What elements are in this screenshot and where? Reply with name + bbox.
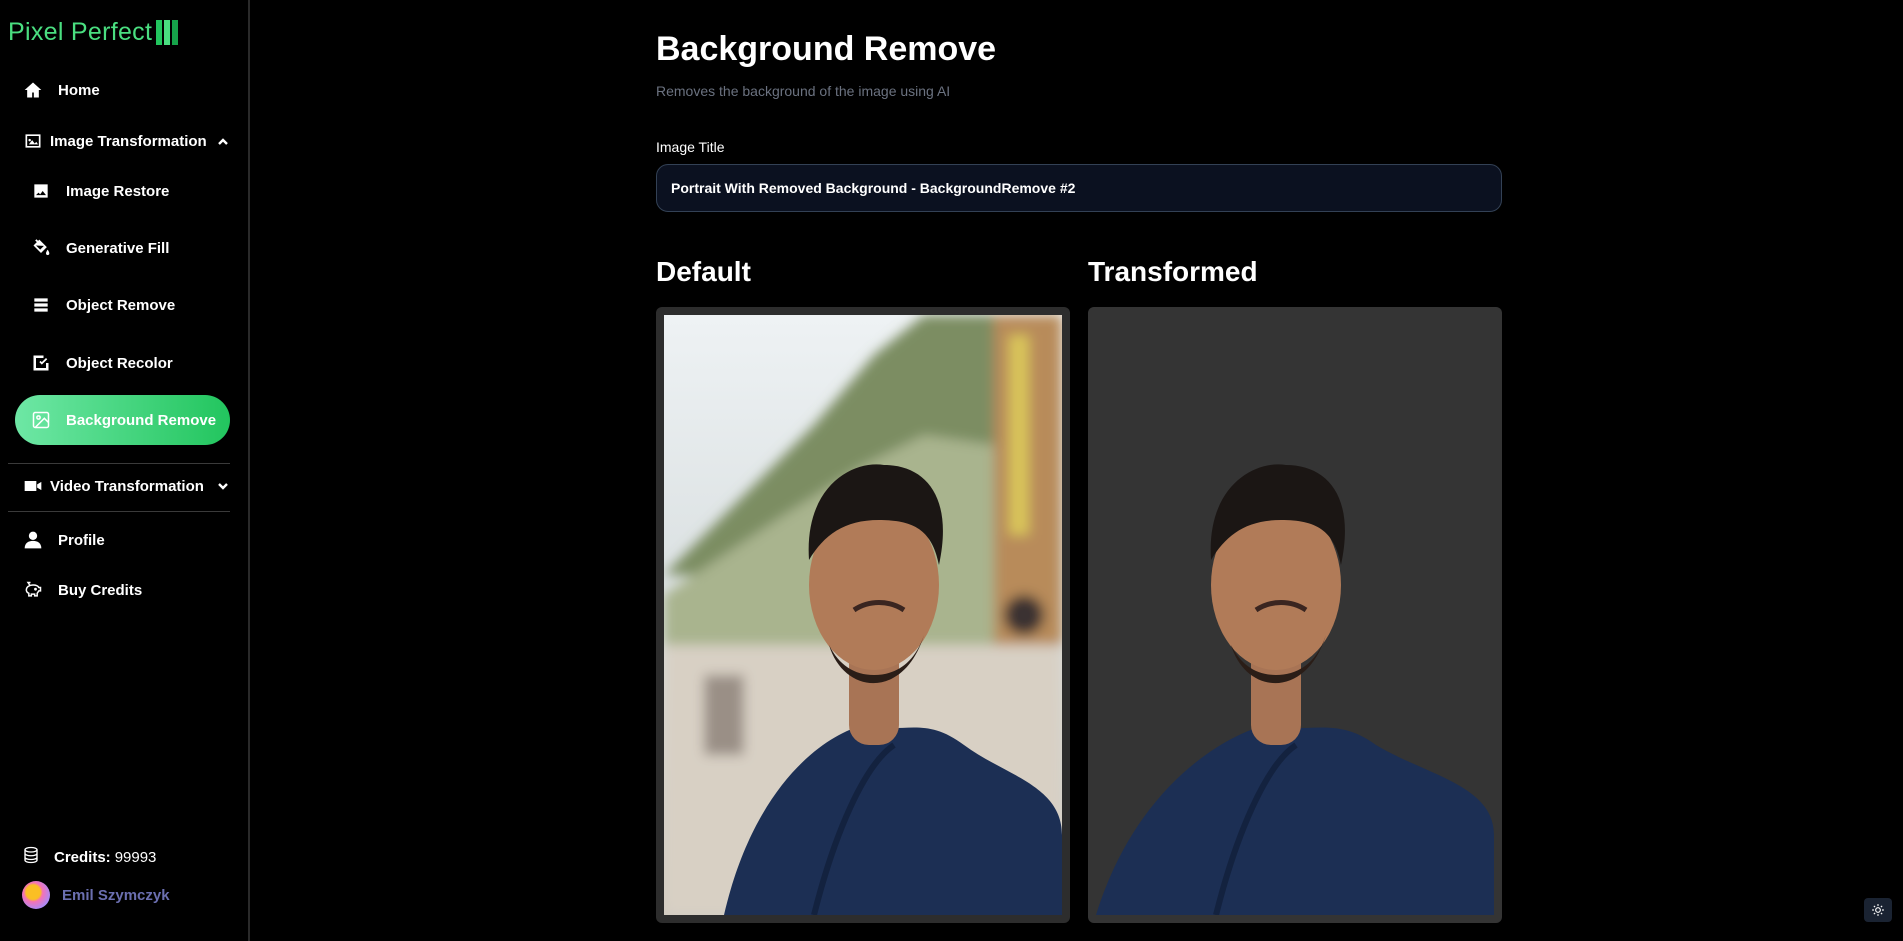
user-profile[interactable]: Emil Szymczyk bbox=[22, 881, 170, 909]
sidebar-item-label: Video Transformation bbox=[50, 477, 204, 495]
image-icon bbox=[30, 180, 52, 202]
chevron-up-icon[interactable] bbox=[216, 135, 230, 149]
divider bbox=[8, 463, 230, 464]
credits-display: Credits: 99993 bbox=[22, 846, 156, 868]
sidebar-item-object-recolor[interactable]: Object Recolor bbox=[30, 352, 173, 374]
sidebar-item-label: Image Restore bbox=[66, 182, 170, 200]
sidebar-item-label: Background Remove bbox=[66, 411, 217, 429]
sidebar-item-label: Profile bbox=[58, 531, 105, 549]
avatar[interactable] bbox=[22, 881, 50, 909]
user-name: Emil Szymczyk bbox=[62, 886, 170, 904]
recolor-icon bbox=[30, 352, 52, 374]
home-icon bbox=[22, 79, 44, 101]
image-title-input[interactable] bbox=[656, 164, 1502, 212]
image-remove-icon bbox=[30, 409, 52, 431]
divider bbox=[8, 511, 230, 512]
page-title: Background Remove bbox=[656, 30, 997, 68]
credits-value: 99993 bbox=[114, 848, 157, 866]
sidebar-item-generative-fill[interactable]: Generative Fill bbox=[30, 237, 169, 259]
sidebar-item-home[interactable]: Home bbox=[22, 79, 100, 101]
sidebar-item-object-remove[interactable]: Object Remove bbox=[30, 294, 175, 316]
logo[interactable]: Pixel Perfect bbox=[8, 18, 179, 47]
sidebar-item-video-transformation[interactable]: Video Transformation bbox=[22, 475, 204, 497]
sidebar-item-profile[interactable]: Profile bbox=[22, 529, 105, 551]
image-title-label: Image Title bbox=[656, 139, 725, 155]
sidebar-item-label: Object Remove bbox=[66, 296, 176, 314]
sidebar-item-background-remove[interactable]: Background Remove bbox=[30, 409, 216, 431]
chevron-down-icon[interactable] bbox=[216, 479, 230, 493]
user-icon bbox=[22, 529, 44, 551]
default-image-frame bbox=[656, 307, 1070, 923]
piggy-bank-icon bbox=[22, 579, 44, 601]
default-heading: Default bbox=[656, 256, 751, 287]
transformed-image bbox=[1096, 315, 1494, 915]
paint-bucket-icon bbox=[30, 237, 52, 259]
sidebar-item-label: Generative Fill bbox=[66, 239, 170, 257]
sidebar: Pixel Perfect Home Image Transformation … bbox=[0, 0, 250, 941]
default-image bbox=[664, 315, 1062, 915]
layers-icon bbox=[30, 294, 52, 316]
transformed-image-frame bbox=[1088, 307, 1502, 923]
app-name: Pixel Perfect bbox=[8, 18, 153, 46]
transformed-heading: Transformed bbox=[1088, 256, 1258, 287]
video-camera-icon bbox=[22, 475, 44, 497]
sidebar-item-label: Home bbox=[58, 81, 100, 99]
theme-toggle-button[interactable] bbox=[1864, 898, 1892, 922]
sidebar-item-buy-credits[interactable]: Buy Credits bbox=[22, 579, 142, 601]
credits-label: Credits: bbox=[54, 848, 111, 866]
sidebar-item-image-transformation[interactable]: Image Transformation bbox=[22, 130, 207, 152]
sidebar-item-label: Image Transformation bbox=[50, 132, 207, 150]
sidebar-item-image-restore[interactable]: Image Restore bbox=[30, 180, 169, 202]
sidebar-item-label: Object Recolor bbox=[66, 354, 173, 372]
image-icon bbox=[22, 130, 44, 152]
sun-icon bbox=[1872, 904, 1884, 916]
coins-icon bbox=[22, 846, 40, 868]
sidebar-item-label: Buy Credits bbox=[58, 581, 143, 599]
page-subtitle: Removes the background of the image usin… bbox=[656, 83, 951, 99]
logo-mark-icon bbox=[156, 20, 179, 45]
